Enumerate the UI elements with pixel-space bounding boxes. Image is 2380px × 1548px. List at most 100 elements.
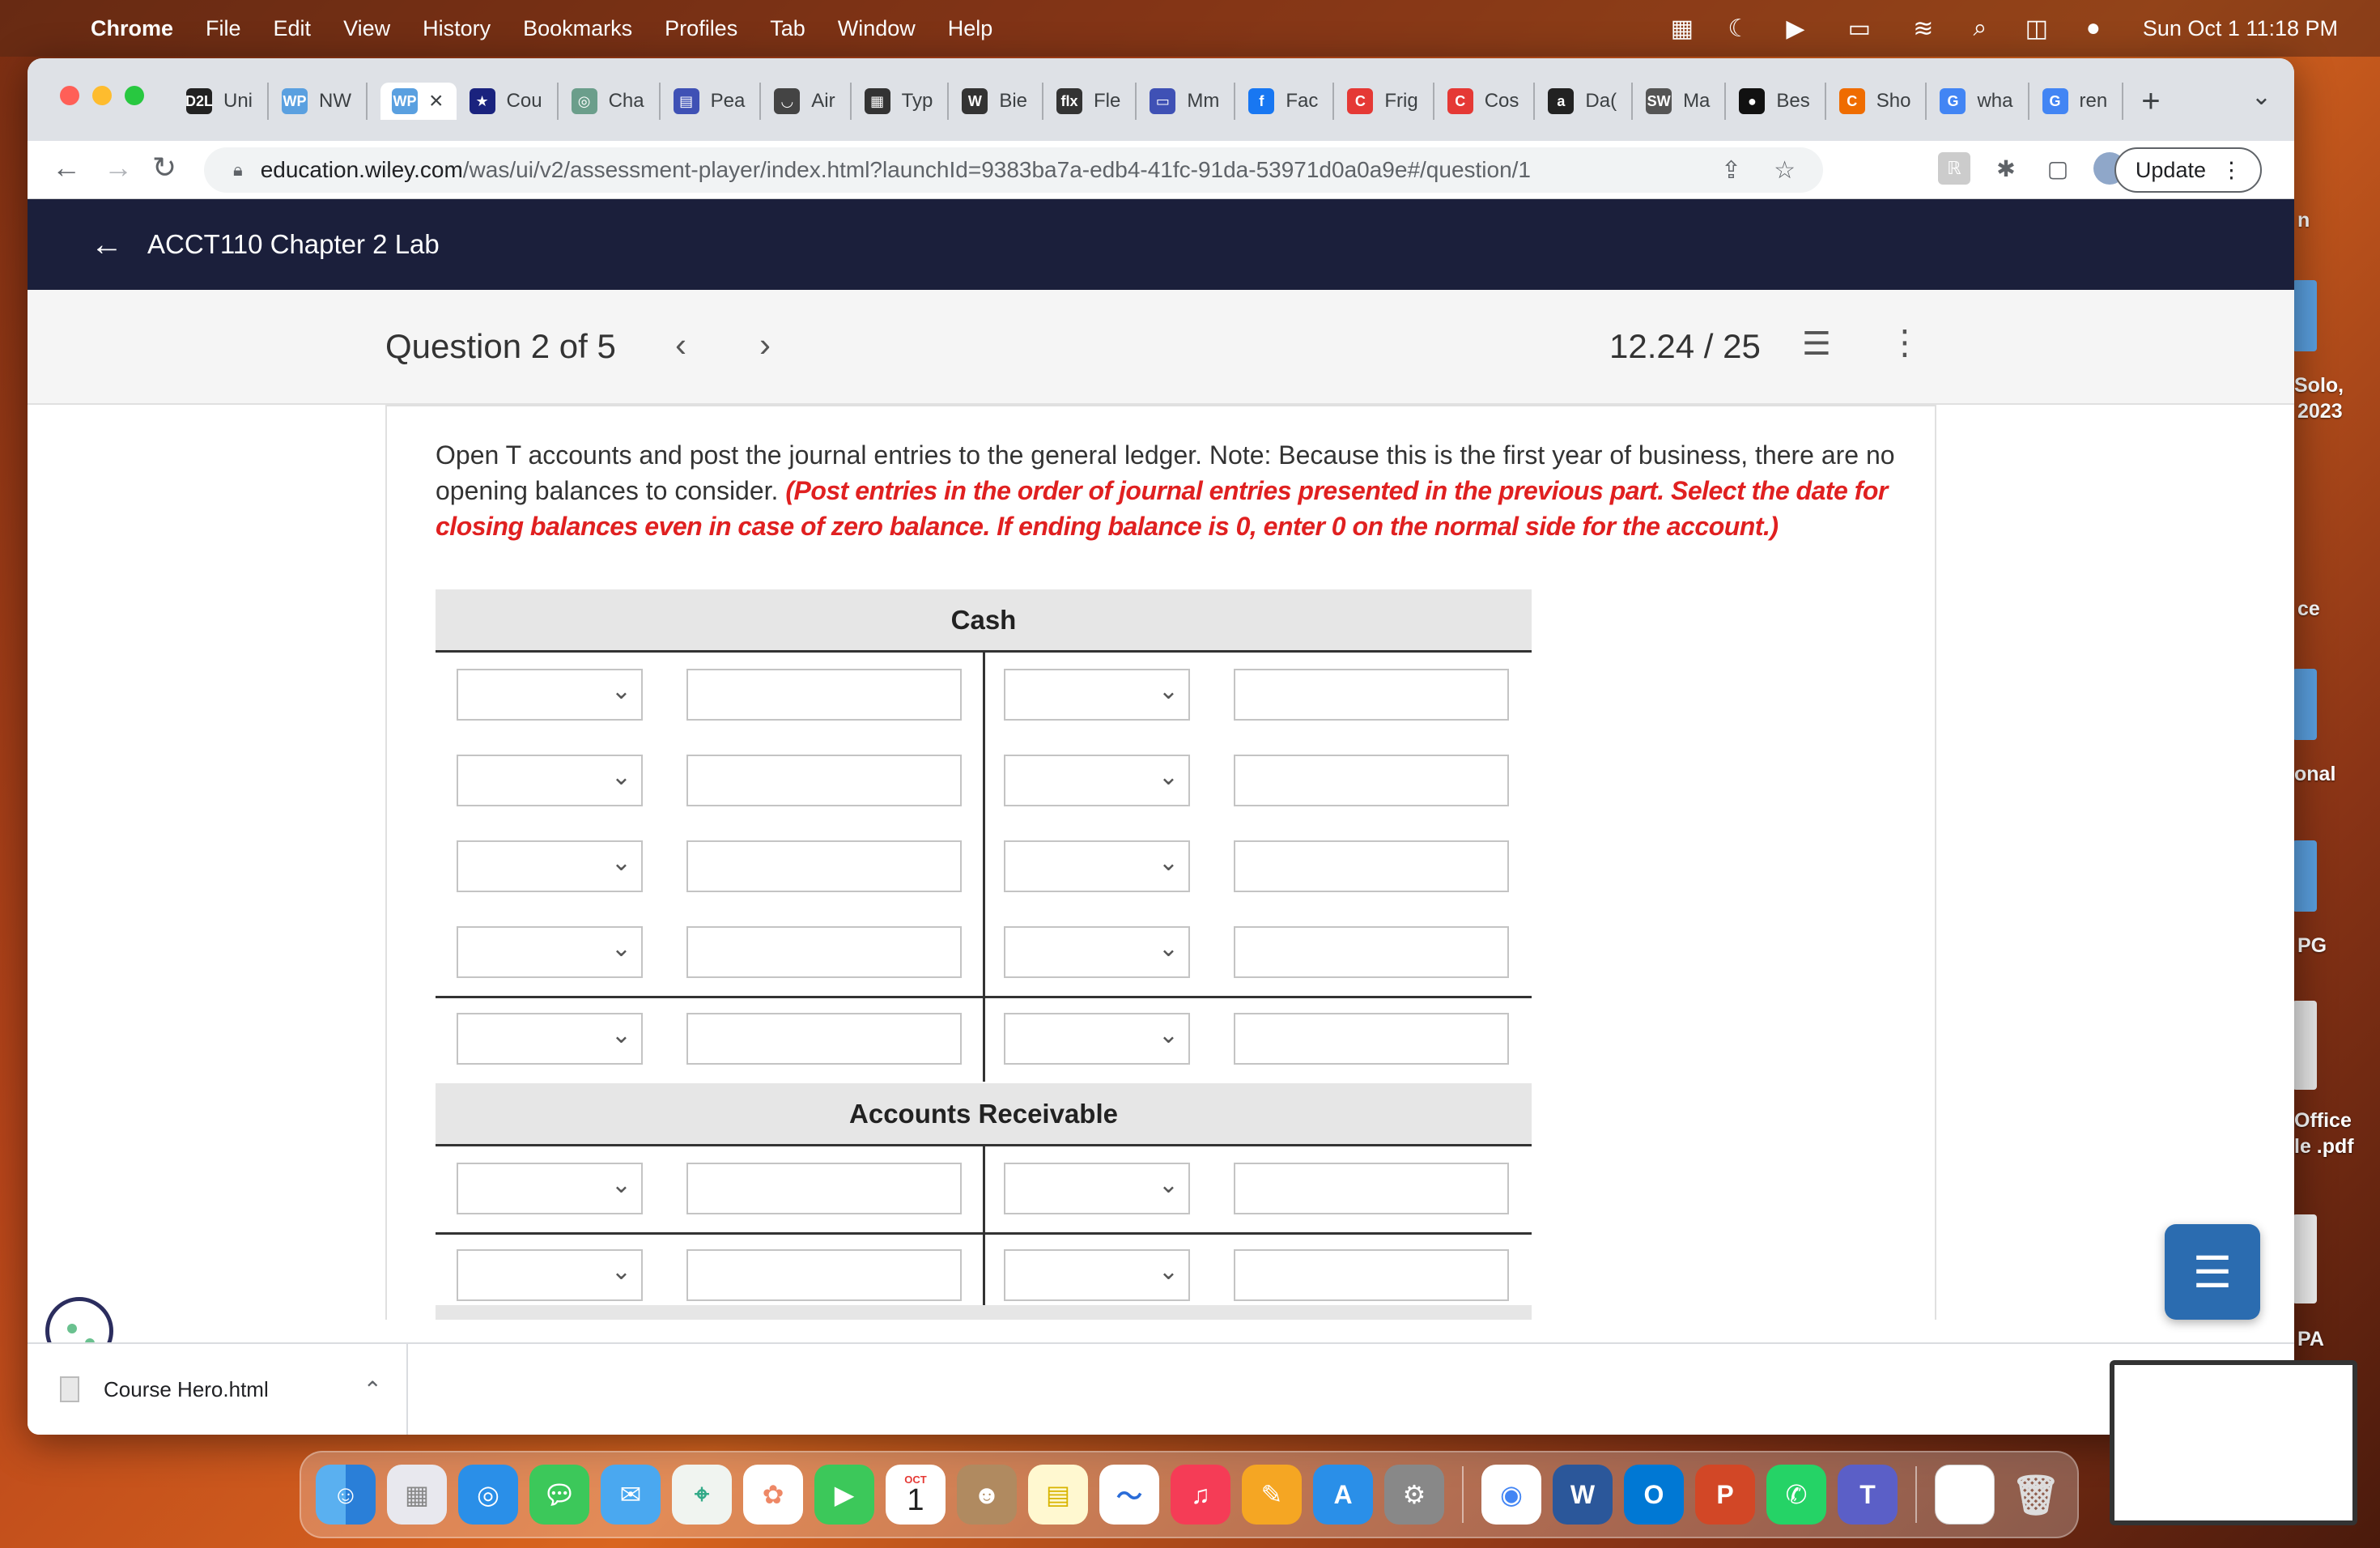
debit-amount-input[interactable] bbox=[686, 840, 962, 892]
browser-tab[interactable]: C Frig bbox=[1347, 83, 1434, 120]
tab-search-chevron-icon[interactable]: ⌄ bbox=[2251, 83, 2272, 111]
system-settings-icon[interactable]: ⚙ bbox=[1384, 1465, 1444, 1525]
lock-icon[interactable]: 🔒︎ bbox=[233, 159, 243, 181]
debit-amount-input[interactable] bbox=[686, 926, 962, 978]
desktop-file-icon[interactable] bbox=[2293, 1214, 2317, 1303]
menu-bookmarks[interactable]: Bookmarks bbox=[523, 16, 632, 41]
credit-date-select[interactable] bbox=[1004, 926, 1190, 978]
side-panel-icon[interactable]: ▢ bbox=[2042, 152, 2074, 185]
tab-close-icon[interactable]: × bbox=[429, 87, 444, 115]
reload-icon[interactable]: ↻ bbox=[152, 151, 176, 185]
debit-balance-date-select[interactable] bbox=[457, 1013, 643, 1065]
credit-date-select[interactable] bbox=[1004, 1163, 1190, 1214]
chevron-up-icon[interactable]: ⌃ bbox=[363, 1376, 382, 1403]
control-center-icon[interactable]: ◫ bbox=[2023, 15, 2051, 42]
menu-view[interactable]: View bbox=[343, 16, 390, 41]
browser-tab[interactable]: f Fac bbox=[1248, 83, 1335, 120]
more-options-icon[interactable]: ⋮ bbox=[1888, 322, 1922, 362]
desktop-file-icon[interactable] bbox=[2293, 669, 2317, 740]
credit-balance-input[interactable] bbox=[1234, 1013, 1509, 1065]
launchpad-icon[interactable]: ▦ bbox=[387, 1465, 447, 1525]
browser-tab[interactable]: D2L Uni bbox=[185, 83, 270, 120]
browser-tab[interactable]: ▭ Mm bbox=[1150, 83, 1236, 120]
music-icon[interactable]: ♫ bbox=[1171, 1465, 1230, 1525]
photos-icon[interactable]: ✿ bbox=[743, 1465, 803, 1525]
back-arrow-icon[interactable]: ← bbox=[52, 151, 81, 185]
app-store-icon[interactable]: A bbox=[1313, 1465, 1373, 1525]
close-window-button[interactable] bbox=[60, 86, 79, 105]
browser-tab[interactable]: SW Ma bbox=[1646, 83, 1727, 120]
browser-tab[interactable]: ▦ Typ bbox=[864, 83, 950, 120]
credit-date-select[interactable] bbox=[1004, 755, 1190, 806]
focus-moon-icon[interactable]: ☾ bbox=[1725, 15, 1753, 42]
menu-app-name[interactable]: Chrome bbox=[91, 16, 173, 41]
credit-date-select[interactable] bbox=[1004, 669, 1190, 721]
menu-profiles[interactable]: Profiles bbox=[665, 16, 737, 41]
credit-amount-input[interactable] bbox=[1234, 755, 1509, 806]
messages-icon[interactable]: 💬︎ bbox=[529, 1465, 589, 1525]
debit-date-select[interactable] bbox=[457, 926, 643, 978]
menu-edit[interactable]: Edit bbox=[274, 16, 312, 41]
debit-date-select[interactable] bbox=[457, 1163, 643, 1214]
calendar-icon[interactable]: OCT 1 bbox=[886, 1465, 946, 1525]
previous-question-chevron-icon[interactable]: ‹ bbox=[675, 325, 686, 364]
debit-date-select[interactable] bbox=[457, 669, 643, 721]
chat-message-icon[interactable]: ☰ bbox=[2165, 1224, 2260, 1320]
debit-balance-input[interactable] bbox=[686, 1013, 962, 1065]
wifi-icon[interactable]: ≋ bbox=[1910, 15, 1937, 42]
battery-icon[interactable]: ▭ bbox=[1838, 15, 1881, 42]
extension-icon[interactable]: ℝ bbox=[1938, 152, 1970, 185]
zoom-window-button[interactable] bbox=[125, 86, 144, 105]
siri-icon[interactable]: ● bbox=[2080, 15, 2107, 42]
pages-icon[interactable]: ✎ bbox=[1242, 1465, 1302, 1525]
minimized-window-icon[interactable] bbox=[1935, 1465, 1995, 1525]
browser-tab[interactable]: ▤ Pea bbox=[673, 83, 762, 120]
minimize-window-button[interactable] bbox=[92, 86, 112, 105]
new-tab-plus-icon[interactable]: + bbox=[2141, 83, 2160, 120]
menu-clock[interactable]: Sun Oct 1 11:18 PM bbox=[2143, 16, 2338, 41]
back-arrow-icon[interactable]: ← bbox=[91, 227, 123, 263]
debit-amount-input[interactable] bbox=[686, 1163, 962, 1214]
browser-tab[interactable]: W Bie bbox=[962, 83, 1044, 120]
play-icon[interactable]: ▶ bbox=[1782, 15, 1809, 42]
browser-tab[interactable]: ★ Cou bbox=[469, 83, 559, 120]
powerpoint-icon[interactable]: P bbox=[1695, 1465, 1755, 1525]
menu-tab[interactable]: Tab bbox=[770, 16, 805, 41]
download-item[interactable]: Course Hero.html ⌃ bbox=[28, 1344, 408, 1435]
browser-tab[interactable]: WP NW bbox=[282, 83, 368, 120]
debit-amount-input[interactable] bbox=[686, 669, 962, 721]
desktop-file-icon[interactable] bbox=[2293, 1001, 2317, 1090]
spotlight-search-icon[interactable]: ⌕ bbox=[1966, 15, 1994, 42]
extensions-puzzle-icon[interactable]: ✱ bbox=[1990, 152, 2022, 185]
share-icon[interactable]: ⇪ bbox=[1721, 156, 1741, 185]
credit-balance-input[interactable] bbox=[1234, 1249, 1509, 1301]
credit-amount-input[interactable] bbox=[1234, 669, 1509, 721]
browser-tab[interactable]: WP × bbox=[380, 83, 457, 120]
finder-icon[interactable]: ☺ bbox=[316, 1465, 376, 1525]
browser-tab[interactable]: ◡ Air bbox=[774, 83, 852, 120]
chrome-icon[interactable]: ◉ bbox=[1481, 1465, 1541, 1525]
browser-tab[interactable]: C Sho bbox=[1838, 83, 1927, 120]
forward-arrow-icon[interactable]: → bbox=[104, 151, 133, 185]
screenshot-thumbnail[interactable] bbox=[2110, 1360, 2357, 1525]
credit-amount-input[interactable] bbox=[1234, 1163, 1509, 1214]
debit-date-select[interactable] bbox=[457, 840, 643, 892]
browser-tab[interactable]: ◎ Cha bbox=[571, 83, 661, 120]
outlook-status-icon[interactable]: ▦ bbox=[1668, 15, 1696, 42]
browser-tab[interactable]: flx Fle bbox=[1056, 83, 1137, 120]
next-question-chevron-icon[interactable]: › bbox=[759, 325, 771, 364]
update-button[interactable]: Update ⋮ bbox=[2114, 147, 2262, 193]
browser-tab[interactable]: ● Bes bbox=[1739, 83, 1826, 120]
teams-icon[interactable]: T bbox=[1838, 1465, 1898, 1525]
menu-window[interactable]: Window bbox=[838, 16, 916, 41]
maps-icon[interactable]: ⌖ bbox=[672, 1465, 732, 1525]
desktop-file-icon[interactable] bbox=[2293, 840, 2317, 912]
mail-icon[interactable]: ✉ bbox=[601, 1465, 661, 1525]
trash-icon[interactable]: 🗑︎ bbox=[2006, 1465, 2066, 1525]
debit-balance-date-select[interactable] bbox=[457, 1249, 643, 1301]
address-bar[interactable]: 🔒︎ education.wiley.com/was/ui/v2/assessm… bbox=[204, 147, 1823, 193]
credit-amount-input[interactable] bbox=[1234, 840, 1509, 892]
outlook-icon[interactable]: O bbox=[1624, 1465, 1684, 1525]
word-icon[interactable]: W bbox=[1553, 1465, 1613, 1525]
freeform-icon[interactable]: 〜 bbox=[1099, 1465, 1159, 1525]
